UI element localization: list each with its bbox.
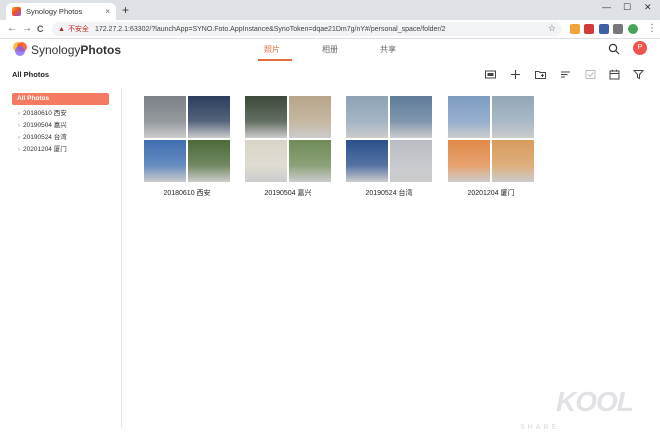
tab-photos[interactable]: 照片 — [264, 44, 280, 55]
brand-suffix: Photos — [80, 43, 122, 57]
add-icon[interactable] — [510, 69, 521, 80]
photo-thumbnail — [188, 140, 230, 182]
photo-thumbnail — [188, 96, 230, 138]
page-title: All Photos — [12, 70, 50, 79]
sidebar-item-label: 20190504 嘉兴 — [23, 122, 67, 129]
chevron-right-icon[interactable]: › — [18, 123, 20, 129]
window-minimize-button[interactable]: — — [602, 2, 611, 12]
folder-label[interactable]: 20201204 厦门 — [448, 188, 534, 198]
photo-thumbnail — [245, 96, 287, 138]
folder-sidebar: All Photos › 20180610 西安 › 20190504 嘉兴 › 20… — [0, 88, 122, 428]
extension-2-icon[interactable] — [584, 24, 594, 34]
photo-thumbnail — [492, 140, 534, 182]
browser-toolbar: ← → C ▲ 不安全 172.27.2.1:63302/?launchApp=… — [0, 20, 660, 39]
filter-icon[interactable] — [633, 69, 644, 80]
app-brand: SynologyPhotos — [31, 42, 121, 58]
user-avatar[interactable]: P — [633, 41, 647, 55]
browser-tab[interactable]: Synology Photos × — [6, 3, 116, 20]
app-header: SynologyPhotos 照片 相册 共享 P — [0, 39, 660, 61]
tab-albums[interactable]: 相册 — [322, 44, 338, 55]
photo-thumbnail — [245, 140, 287, 182]
browser-tabstrip: Synology Photos × + — ☐ ✕ — [0, 0, 660, 20]
photo-thumbnail — [492, 96, 534, 138]
sidebar-item-folder[interactable]: › 20180610 西安 — [18, 109, 67, 119]
photo-thumbnail — [390, 140, 432, 182]
photo-thumbnail — [346, 140, 388, 182]
warning-icon: ▲ — [58, 25, 65, 33]
search-icon[interactable] — [608, 43, 620, 55]
folder-card[interactable]: 20201204 厦门 — [448, 96, 534, 198]
reload-button[interactable]: C — [37, 22, 44, 36]
sidebar-item-all-photos[interactable]: All Photos — [12, 93, 109, 105]
folder-card[interactable]: 20190524 台湾 — [346, 96, 432, 198]
photo-thumbnail — [289, 96, 331, 138]
sidebar-item-folder[interactable]: › 20201204 厦门 — [18, 145, 67, 155]
sidebar-item-label: 20201204 厦门 — [23, 146, 67, 153]
folder-label[interactable]: 20190504 嘉兴 — [245, 188, 331, 198]
chevron-right-icon[interactable]: › — [18, 111, 20, 117]
chevron-right-icon[interactable]: › — [18, 147, 20, 153]
folder-label[interactable]: 20190524 台湾 — [346, 188, 432, 198]
folder-thumbnails[interactable] — [144, 96, 230, 182]
bookmark-star-icon[interactable]: ☆ — [548, 23, 556, 34]
back-button[interactable]: ← — [7, 22, 17, 36]
photo-thumbnail — [289, 140, 331, 182]
active-tab-indicator — [258, 59, 292, 61]
sidebar-item-folder[interactable]: › 20190504 嘉兴 — [18, 121, 67, 131]
new-folder-icon[interactable] — [535, 69, 546, 80]
folder-thumbnails[interactable] — [346, 96, 432, 182]
select-icon[interactable] — [585, 69, 596, 80]
browser-menu-icon[interactable]: ⋮ — [647, 22, 657, 36]
sidebar-item-label: 20190524 台湾 — [23, 134, 67, 141]
calendar-icon[interactable] — [609, 69, 620, 80]
watermark-logo: KOOL — [556, 386, 634, 417]
chevron-right-icon[interactable]: › — [18, 135, 20, 141]
photo-thumbnail — [144, 140, 186, 182]
photo-thumbnail — [390, 96, 432, 138]
profile-icon[interactable] — [628, 24, 638, 34]
tab-title: Synology Photos — [26, 7, 83, 16]
brand-prefix: Synology — [31, 43, 81, 57]
slideshow-icon[interactable] — [485, 69, 496, 80]
tab-close-icon[interactable]: × — [105, 7, 110, 16]
folder-card[interactable]: 20190504 嘉兴 — [245, 96, 331, 198]
watermark-subtext: SHARE — [520, 424, 560, 431]
photo-thumbnail — [144, 96, 186, 138]
insecure-label[interactable]: 不安全 — [68, 24, 89, 34]
address-bar[interactable]: ▲ 不安全 172.27.2.1:63302/?launchApp=SYNO.F… — [52, 22, 562, 36]
extensions-puzzle-icon[interactable] — [613, 24, 623, 34]
folder-label[interactable]: 20180610 西安 — [144, 188, 230, 198]
folder-card[interactable]: 20180610 西安 — [144, 96, 230, 198]
extension-3-icon[interactable] — [599, 24, 609, 34]
url-text: 172.27.2.1:63302/?launchApp=SYNO.Foto.Ap… — [94, 25, 446, 33]
tab-shared[interactable]: 共享 — [380, 44, 396, 55]
sidebar-item-folder[interactable]: › 20190524 台湾 — [18, 133, 67, 143]
photo-thumbnail — [346, 96, 388, 138]
synology-photos-logo-icon — [13, 42, 27, 56]
sidebar-item-label: 20180610 西安 — [23, 110, 67, 117]
photo-thumbnail — [448, 96, 490, 138]
window-close-button[interactable]: ✕ — [644, 2, 652, 13]
folder-thumbnails[interactable] — [245, 96, 331, 182]
synology-photos-favicon-icon — [12, 7, 21, 16]
sort-icon[interactable] — [560, 69, 571, 80]
window-maximize-button[interactable]: ☐ — [623, 2, 631, 13]
new-tab-button[interactable]: + — [122, 3, 129, 17]
photo-thumbnail — [448, 140, 490, 182]
folder-thumbnails[interactable] — [448, 96, 534, 182]
forward-button[interactable]: → — [22, 22, 32, 36]
extension-1-icon[interactable] — [570, 24, 580, 34]
